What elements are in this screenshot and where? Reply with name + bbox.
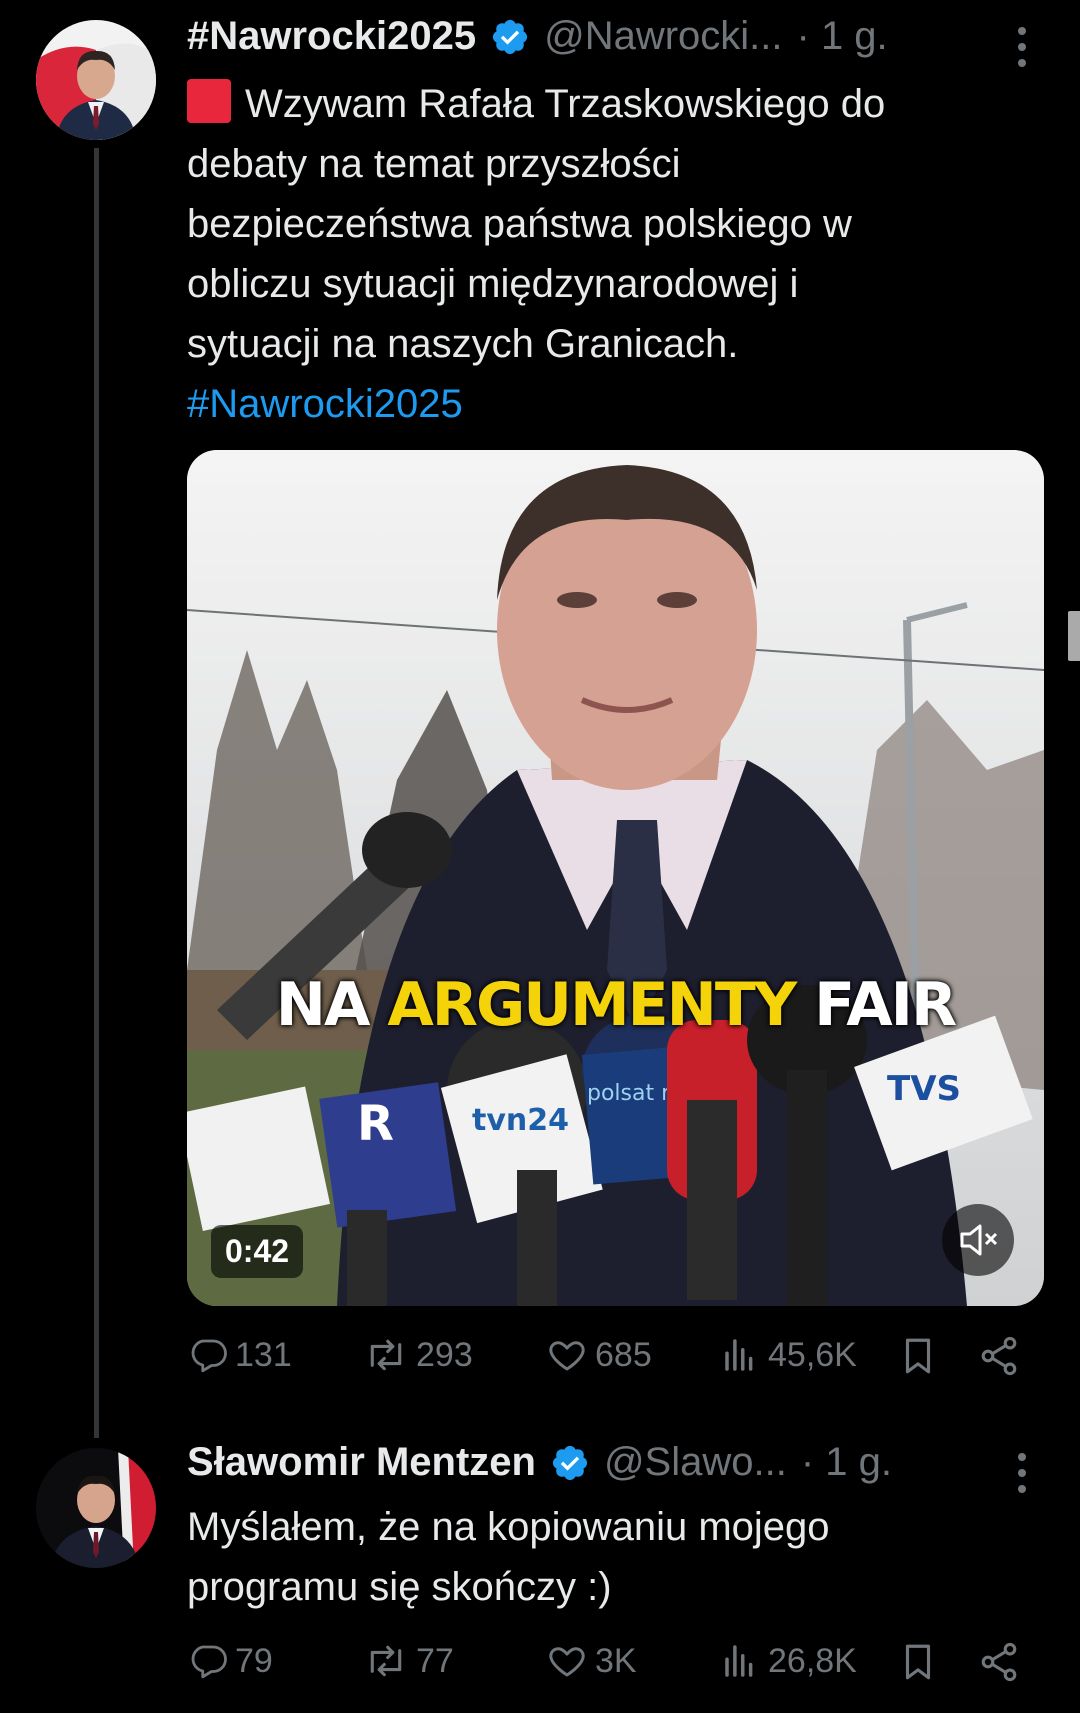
text-line: programu się skończy :) bbox=[187, 1565, 612, 1609]
caption-part: NA bbox=[275, 970, 388, 1040]
share-icon bbox=[981, 1336, 1017, 1376]
views-icon bbox=[725, 1645, 753, 1677]
share-button[interactable] bbox=[977, 1640, 1027, 1684]
reply-count: 131 bbox=[235, 1335, 292, 1374]
like-button[interactable]: 685 bbox=[545, 1334, 652, 1376]
tweet-header: #Nawrocki2025 @Nawrocki... · 1 g. bbox=[187, 14, 888, 59]
reply-icon bbox=[191, 1645, 227, 1679]
author-handle[interactable]: @Nawrocki... bbox=[544, 14, 782, 59]
reply-icon bbox=[191, 1339, 227, 1373]
like-icon bbox=[549, 1647, 585, 1677]
share-icon bbox=[981, 1642, 1017, 1682]
more-icon[interactable] bbox=[1018, 27, 1028, 67]
video-frame: R tvn24 polsat news TVS bbox=[187, 450, 1044, 1306]
views-count: 26,8K bbox=[768, 1641, 857, 1680]
avatar[interactable] bbox=[36, 1448, 156, 1568]
thread-connector-line bbox=[94, 148, 99, 1438]
avatar[interactable] bbox=[36, 20, 156, 140]
more-icon[interactable] bbox=[1018, 1453, 1028, 1493]
like-count: 685 bbox=[595, 1335, 652, 1374]
tweet-actions: 79 77 3K 26,8K bbox=[187, 1640, 1027, 1696]
share-button[interactable] bbox=[977, 1334, 1027, 1378]
views-count: 45,6K bbox=[768, 1335, 857, 1374]
author-name[interactable]: Sławomir Mentzen bbox=[187, 1440, 536, 1485]
text-line: sytuacji na naszych Granicach. bbox=[187, 322, 739, 366]
mic-label: tvn24 bbox=[472, 1103, 569, 1138]
author-name[interactable]: #Nawrocki2025 bbox=[187, 14, 476, 59]
verified-icon bbox=[490, 17, 530, 57]
video-caption: NA ARGUMENTY FAIR bbox=[187, 970, 1044, 1040]
bookmark-button[interactable] bbox=[897, 1640, 945, 1684]
views-button[interactable]: 26,8K bbox=[720, 1640, 857, 1682]
tweet-header: Sławomir Mentzen @Slawo... · 1 g. bbox=[187, 1440, 892, 1485]
timestamp[interactable]: · 1 g. bbox=[797, 14, 888, 59]
scrollbar-thumb[interactable] bbox=[1068, 611, 1080, 661]
repost-button[interactable]: 77 bbox=[362, 1640, 454, 1682]
bookmark-icon bbox=[905, 1644, 931, 1680]
tweet-text: Myślałem, że na kopiowaniu mojego progra… bbox=[187, 1497, 1007, 1617]
red-square-emoji-icon bbox=[187, 79, 231, 123]
tweet-text: Wzywam Rafała Trzaskowskiego do debaty n… bbox=[187, 74, 1007, 434]
text-line: Wzywam Rafała Trzaskowskiego do bbox=[245, 82, 886, 126]
mute-icon[interactable] bbox=[942, 1204, 1014, 1276]
text-line: bezpieczeństwa państwa polskiego w bbox=[187, 202, 852, 246]
like-icon bbox=[549, 1341, 585, 1371]
caption-part: FAIR bbox=[795, 970, 957, 1040]
reply-count: 79 bbox=[235, 1641, 273, 1680]
video-duration: 0:42 bbox=[211, 1225, 304, 1278]
repost-count: 77 bbox=[416, 1641, 454, 1680]
repost-count: 293 bbox=[416, 1335, 473, 1374]
author-handle[interactable]: @Slawo... bbox=[604, 1440, 787, 1485]
hashtag-link[interactable]: #Nawrocki2025 bbox=[187, 374, 1007, 434]
video-player[interactable]: R tvn24 polsat news TVS NA ARGUMENTY FAI… bbox=[187, 450, 1044, 1306]
timestamp[interactable]: · 1 g. bbox=[801, 1440, 892, 1485]
text-line: debaty na temat przyszłości bbox=[187, 142, 681, 186]
text-line: Myślałem, że na kopiowaniu mojego bbox=[187, 1505, 830, 1549]
repost-button[interactable]: 293 bbox=[362, 1334, 473, 1376]
views-icon bbox=[725, 1339, 753, 1371]
views-button[interactable]: 45,6K bbox=[720, 1334, 857, 1376]
reply-button[interactable]: 131 bbox=[187, 1334, 292, 1376]
verified-icon bbox=[550, 1443, 590, 1483]
caption-highlight: ARGUMENTY bbox=[387, 970, 797, 1040]
mic-label: R bbox=[357, 1096, 394, 1152]
tweet-actions: 131 293 685 45,6K bbox=[187, 1334, 1027, 1390]
repost-icon bbox=[370, 1645, 402, 1677]
like-count: 3K bbox=[595, 1641, 637, 1680]
text-line: obliczu sytuacji międzynarodowej i bbox=[187, 262, 799, 306]
bookmark-icon bbox=[905, 1338, 931, 1374]
reply-button[interactable]: 79 bbox=[187, 1640, 273, 1682]
bookmark-button[interactable] bbox=[897, 1334, 945, 1378]
mic-label: TVS bbox=[887, 1069, 961, 1109]
like-button[interactable]: 3K bbox=[545, 1640, 637, 1682]
repost-icon bbox=[370, 1339, 402, 1371]
